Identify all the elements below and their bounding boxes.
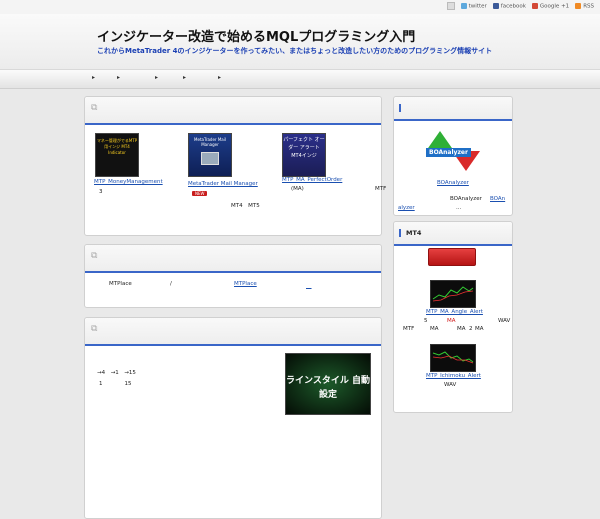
boanalyzer-logo[interactable]: BOAnalyzer xyxy=(420,129,482,175)
boanalyzer-link-3[interactable]: alyzer xyxy=(398,205,415,211)
perfect-order-note: (MA) xyxy=(291,186,304,192)
line-style-box-header: ⧉ xyxy=(85,318,381,346)
red-banner-button[interactable] xyxy=(428,248,476,266)
ichimoku-alert-link[interactable]: MTP_Ichimoku_Alert xyxy=(426,373,481,379)
chart-thumbnail-graphic xyxy=(432,351,474,364)
site-title[interactable]: インジケーター改造で始めるMQLプログラミング入門 xyxy=(97,26,415,45)
ma-angle-text-2d: 2 xyxy=(469,326,473,332)
rss-icon xyxy=(575,2,582,9)
mtplace-box-header: ⧉ xyxy=(85,245,381,273)
chart-thumbnail-graphic xyxy=(432,286,474,302)
products-box: ⧉ マネー管理がでるMTP用インジ MT4 Indicator MTP_Mone… xyxy=(84,96,386,236)
separator-text: / xyxy=(170,281,172,287)
puzzle-icon: ⧉ xyxy=(91,103,98,113)
line-style-text-1: →4 →1 →15 xyxy=(97,370,136,376)
ma-angle-text-2a: MTF xyxy=(403,326,415,332)
header-marker xyxy=(399,104,401,112)
thumbnail-caption: パーフェクト オーダー アラート MT4インジ xyxy=(283,137,325,159)
money-management-thumbnail[interactable]: マネー管理がでるMTP用インジ MT4 Indicator xyxy=(95,133,139,177)
puzzle-icon: ⧉ xyxy=(91,324,98,334)
money-management-link[interactable]: MTP_MoneyManagement xyxy=(94,179,163,185)
facebook-link[interactable]: facebook xyxy=(492,2,526,9)
money-management-note: 3 xyxy=(99,189,103,195)
mtplace-box: ⧉ MTPlace / MTPlace xyxy=(84,244,382,308)
mt4-widget-title: MT4 xyxy=(406,229,422,237)
nav-item-4[interactable]: ▸ xyxy=(183,74,186,81)
boanalyzer-widget: BOAnalyzer BOAnalyzer BOAnalyzer BOAn al… xyxy=(393,96,513,216)
header-marker xyxy=(399,229,401,237)
google-plus-link[interactable]: Google +1 xyxy=(531,2,569,9)
boanalyzer-text: BOAnalyzer xyxy=(450,196,482,202)
mtplace-link-2[interactable] xyxy=(306,281,312,289)
products-box-header: ⧉ xyxy=(85,97,381,125)
thumbnail-caption: MetaTrader Mail Manager xyxy=(194,137,226,147)
ma-angle-text-2e: MA xyxy=(475,326,484,332)
mtplace-link[interactable]: MTPlace xyxy=(234,281,257,287)
nav-item-2[interactable]: ▸ xyxy=(117,74,120,81)
thumbnail-caption: ラインスタイル 自動設定 xyxy=(286,376,370,400)
social-links: twitter facebook Google +1 RSS xyxy=(446,2,594,10)
envelope-icon xyxy=(201,152,219,165)
top-bar: twitter facebook Google +1 RSS xyxy=(0,0,600,14)
perfect-order-thumbnail[interactable]: パーフェクト オーダー アラート MT4インジ xyxy=(282,133,326,177)
nav-item-5[interactable]: ▸ xyxy=(218,74,221,81)
puzzle-icon: ⧉ xyxy=(91,251,98,261)
nav-item-1[interactable]: ▸ xyxy=(92,74,95,81)
ma-angle-text-1b: MA xyxy=(447,318,456,324)
thumbnail-caption: マネー管理がでるMTP用インジ MT4 Indicator xyxy=(96,138,138,155)
facebook-icon xyxy=(492,2,499,9)
ellipsis-text: ... xyxy=(456,205,462,211)
google-plus-icon xyxy=(531,2,538,9)
platform-text: MT4 MT5 xyxy=(231,203,260,209)
ma-angle-text-2b: MA xyxy=(430,326,439,332)
site-description: これからMetaTrader 4のインジケーターを作ってみたい、またはちょっと改… xyxy=(97,47,493,55)
mt4-widget: MT4 MTP_MA_Angle_Alert 5 MA WAV MTF MA M… xyxy=(393,221,513,413)
line-style-thumbnail[interactable]: ラインスタイル 自動設定 xyxy=(285,353,371,415)
ichimoku-text: WAV xyxy=(444,382,457,388)
logo-text: BOAnalyzer xyxy=(426,148,471,157)
site-header: インジケーター改造で始めるMQLプログラミング入門 これからMetaTrader… xyxy=(0,14,600,70)
perfect-order-link[interactable]: MTP_MA_PerfectOrder xyxy=(282,177,342,183)
new-badge: NEW xyxy=(192,191,208,196)
ma-angle-text-2c: MA xyxy=(457,326,466,332)
line-style-text-2: 1 15 xyxy=(99,381,132,387)
ma-angle-text-1a: 5 xyxy=(424,318,428,324)
twitter-link[interactable]: twitter xyxy=(460,2,487,9)
twitter-icon xyxy=(460,2,467,9)
mail-manager-thumbnail[interactable]: MetaTrader Mail Manager xyxy=(188,133,232,177)
boanalyzer-widget-header xyxy=(394,97,512,121)
boanalyzer-link-2[interactable]: BOAn xyxy=(490,196,505,202)
global-nav: ▸ ▸ ▸ ▸ ▸ xyxy=(0,70,600,89)
perfect-order-extra: MTF xyxy=(375,186,387,192)
nav-item-3[interactable]: ▸ xyxy=(155,74,158,81)
ma-angle-text-1c: WAV xyxy=(498,318,511,324)
mail-manager-link[interactable]: MetaTrader Mail Manager xyxy=(188,181,258,187)
small-square-icon xyxy=(446,2,455,10)
ma-angle-alert-link[interactable]: MTP_MA_Angle_Alert xyxy=(426,309,483,315)
ichimoku-alert-thumbnail[interactable] xyxy=(430,344,476,372)
line-style-box: ⧉ →4 →1 →15 1 15 ラインスタイル 自動設定 xyxy=(84,317,382,519)
boanalyzer-link[interactable]: BOAnalyzer xyxy=(437,180,469,186)
mtplace-text: MTPlace xyxy=(109,281,132,287)
rss-link[interactable]: RSS xyxy=(575,2,594,9)
mt4-widget-header: MT4 xyxy=(394,222,512,246)
ma-angle-alert-thumbnail[interactable] xyxy=(430,280,476,308)
